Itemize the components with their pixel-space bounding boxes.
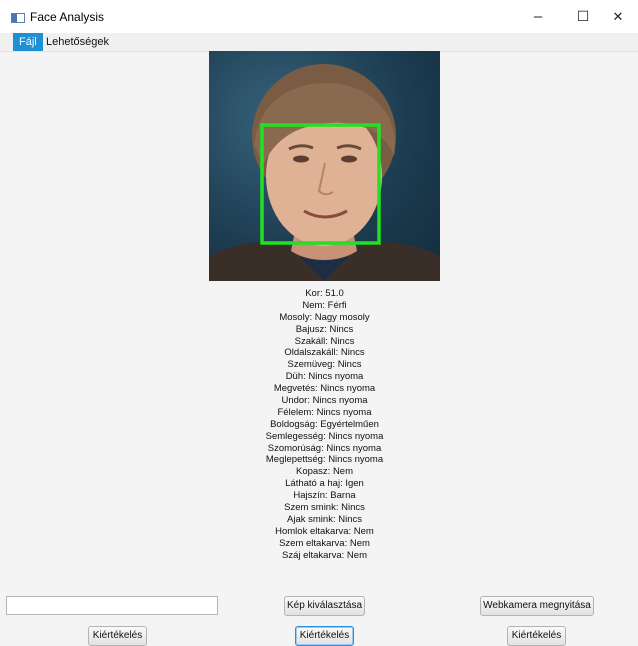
result-line: Látható a haj: Igen: [285, 478, 364, 490]
result-line: Szem eltakarva: Nem: [279, 537, 370, 549]
title-bar: Face Analysis – ☐ ✕: [0, 0, 638, 33]
result-line: Kopasz: Nem: [295, 466, 354, 478]
result-line: Ajak smink: Nincs: [287, 513, 362, 525]
result-line: Mosoly: Nagy mosoly: [279, 311, 370, 323]
result-line: Száj eltakarva: Nem: [281, 549, 367, 561]
result-line: Szakáll: Nincs: [294, 335, 355, 347]
analysis-results: Kor: 51.0 Nem: Férfi Mosoly: Nagy mosoly Ba…: [209, 288, 440, 561]
evaluate-center-button[interactable]: Kiértékelés: [295, 626, 354, 646]
menu-options[interactable]: Lehetőségek: [40, 33, 115, 51]
result-line: Szem smink: Nincs: [284, 502, 365, 514]
image-path-input[interactable]: [6, 596, 218, 615]
result-line: Semlegesség: Nincs nyoma: [265, 430, 384, 442]
result-line: Meglepettség: Nincs nyoma: [265, 454, 384, 466]
window-title: Face Analysis: [30, 10, 105, 24]
face-photo-illustration: [209, 64, 440, 281]
result-line: Félelem: Nincs nyoma: [277, 406, 372, 418]
menu-bar: Fájl Lehetőségek: [0, 33, 638, 52]
result-line: Düh: Nincs nyoma: [285, 371, 364, 383]
result-line: Homlok eltakarva: Nem: [275, 525, 374, 537]
result-line: Szomorúság: Nincs nyoma: [267, 442, 382, 454]
close-button[interactable]: ✕: [598, 0, 638, 33]
minimize-button[interactable]: –: [518, 0, 558, 33]
result-line: Undor: Nincs nyoma: [281, 395, 368, 407]
result-line: Kor: 51.0: [305, 288, 344, 299]
result-line: Hajszín: Barna: [293, 490, 356, 502]
result-line: Megvetés: Nincs nyoma: [273, 383, 376, 395]
result-line: Szemüveg: Nincs: [287, 359, 362, 371]
result-line: Boldogság: Egyértelműen: [270, 418, 379, 430]
result-line: Bajusz: Nincs: [295, 323, 354, 335]
face-photo: [209, 51, 440, 281]
app-window-icon: [11, 13, 25, 23]
evaluate-left-button[interactable]: Kiértékelés: [88, 626, 147, 646]
maximize-button[interactable]: ☐: [563, 0, 603, 33]
result-line: Nem: Férfi: [302, 299, 347, 311]
open-webcam-button[interactable]: Webkamera megnyitása: [480, 596, 594, 616]
menu-file[interactable]: Fájl: [13, 33, 43, 51]
result-line: Oldalszakáll: Nincs: [284, 347, 365, 359]
evaluate-right-button[interactable]: Kiértékelés: [507, 626, 566, 646]
choose-image-button[interactable]: Kép kiválasztása: [284, 596, 365, 616]
